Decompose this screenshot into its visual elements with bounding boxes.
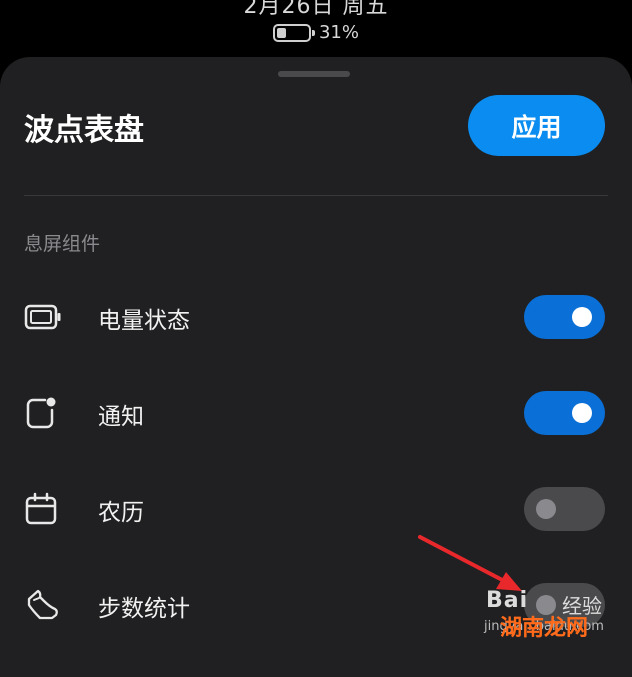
notification-icon (26, 397, 56, 429)
toggle-knob (536, 499, 556, 519)
battery-status: 31% (0, 22, 632, 43)
setting-label: 电量状态 (98, 308, 190, 334)
setting-row-battery[interactable]: 电量状态 (0, 277, 632, 357)
battery-icon (24, 304, 61, 330)
setting-label: 农历 (98, 500, 144, 526)
battery-percent: 31% (318, 22, 359, 43)
date-text: 2月26日 周五 (243, 0, 389, 19)
battery-fill (276, 27, 286, 38)
toggle-knob (572, 307, 592, 327)
notification-toggle[interactable] (524, 391, 605, 435)
divider (24, 195, 608, 196)
lunar-toggle[interactable] (524, 487, 605, 531)
watermark-site: 湖南龙网 (500, 616, 589, 641)
battery-icon (272, 23, 315, 42)
shoe-icon (27, 589, 58, 620)
setting-row-notification[interactable]: 通知 (0, 373, 632, 453)
watermark: Bai 经验 jingyan.baidu.com 湖南龙网 (480, 582, 632, 649)
toggle-knob (572, 403, 592, 423)
calendar-icon (25, 492, 57, 525)
setting-label: 通知 (98, 404, 144, 430)
battery-toggle[interactable] (524, 295, 605, 339)
sheet-title: 波点表盘 (24, 113, 144, 148)
status-bar: 2月26日 周五 31% (0, 0, 632, 60)
setting-row-lunar[interactable]: 农历 (0, 469, 632, 549)
setting-label: 步数统计 (98, 596, 190, 622)
section-label: 息屏组件 (24, 233, 101, 255)
drag-handle[interactable] (278, 71, 350, 77)
apply-button[interactable]: 应用 (468, 95, 605, 156)
